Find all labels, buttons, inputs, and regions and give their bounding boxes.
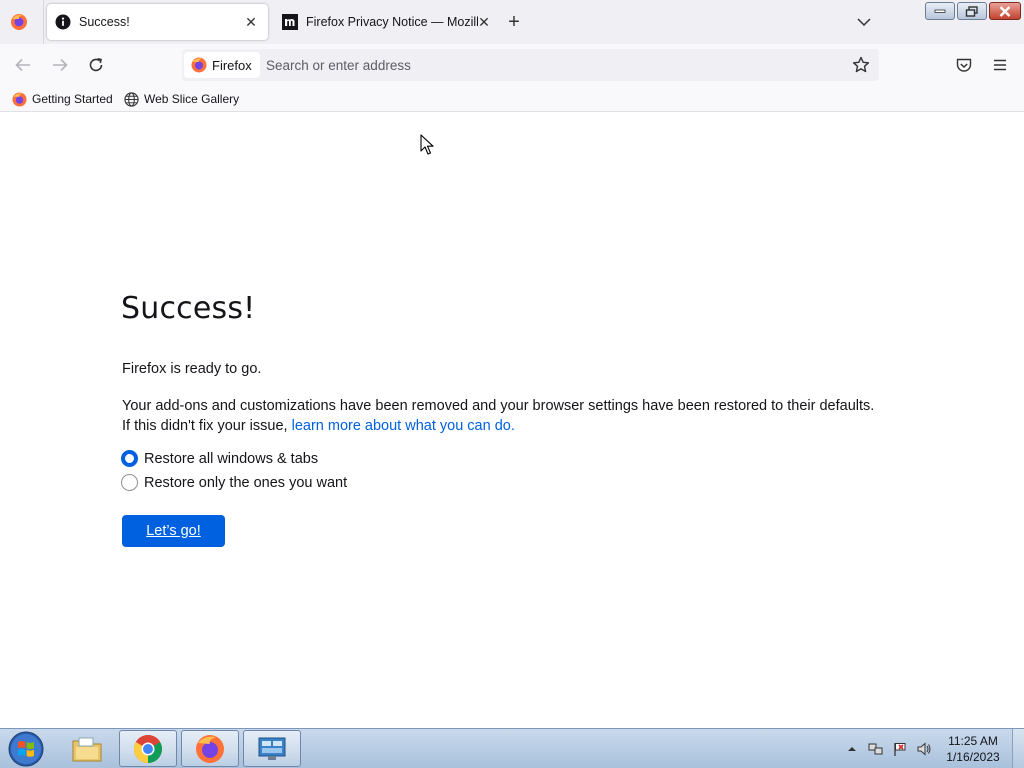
taskbar-control-panel-icon[interactable]	[243, 730, 301, 767]
hamburger-menu-icon[interactable]	[988, 53, 1012, 77]
tab-strip: Success! ✕ Firefox Privacy Notice — Mozi…	[0, 0, 1024, 44]
action-center-flag-icon[interactable]	[891, 740, 909, 758]
pocket-icon[interactable]	[952, 53, 976, 77]
tab-success[interactable]: Success! ✕	[47, 4, 268, 40]
option-label: Restore all windows & tabs	[144, 450, 319, 467]
show-desktop-button[interactable]	[1012, 729, 1024, 768]
back-arrow-icon[interactable]	[11, 53, 35, 77]
tab-title: Firefox Privacy Notice — Mozilla	[306, 15, 478, 29]
bookmark-web-slice-gallery[interactable]: Web Slice Gallery	[123, 90, 239, 108]
tab-privacy-notice[interactable]: Firefox Privacy Notice — Mozilla ✕	[274, 4, 490, 40]
page-title: Success!	[121, 291, 256, 326]
volume-speaker-icon[interactable]	[915, 740, 933, 758]
list-all-tabs-chevron-down-icon[interactable]	[853, 11, 875, 33]
globe-icon	[123, 91, 139, 107]
close-tab-icon[interactable]: ✕	[242, 13, 260, 31]
firefox-icon	[11, 91, 27, 107]
info-text-line-1: Your add-ons and customizations have bee…	[122, 398, 875, 414]
option-label: Restore only the ones you want	[144, 474, 348, 491]
radio-button-unselected[interactable]	[121, 474, 138, 491]
identity-box[interactable]: Firefox	[184, 52, 260, 78]
show-hidden-icons-arrow-icon[interactable]	[843, 740, 861, 758]
system-tray	[840, 729, 936, 768]
restore-button[interactable]	[957, 2, 987, 20]
clock-date: 1/16/2023	[946, 750, 1000, 764]
bookmark-star-icon[interactable]	[850, 54, 872, 76]
address-bar: Firefox	[182, 49, 879, 81]
mozilla-m-icon	[282, 14, 298, 30]
firefox-view-icon[interactable]	[8, 11, 30, 33]
taskbar: 11:25 AM 1/16/2023	[0, 728, 1024, 768]
page-content: Success! Firefox is ready to go. Your ad…	[0, 113, 1024, 728]
restore-some-option[interactable]: Restore only the ones you want	[121, 474, 347, 491]
bookmark-getting-started[interactable]: Getting Started	[11, 90, 113, 108]
restore-all-option[interactable]: Restore all windows & tabs	[121, 450, 318, 467]
bookmark-label: Web Slice Gallery	[144, 92, 240, 106]
info-icon	[55, 14, 71, 30]
close-window-button[interactable]	[989, 2, 1021, 20]
network-icon[interactable]	[867, 740, 885, 758]
bookmarks-toolbar: Getting Started Web Slice Gallery	[0, 86, 1024, 112]
start-button-windows-icon[interactable]	[6, 731, 46, 767]
clock-time: 11:25 AM	[948, 734, 998, 748]
close-tab-icon[interactable]: ✕	[478, 13, 490, 31]
tab-title: Success!	[79, 15, 130, 29]
new-tab-button[interactable]: +	[503, 11, 525, 33]
taskbar-clock[interactable]: 11:25 AM 1/16/2023	[940, 733, 1006, 765]
info-paragraph: Your add-ons and customizations have bee…	[122, 396, 922, 436]
minimize-button[interactable]	[925, 2, 955, 20]
window-controls	[925, 2, 1021, 20]
info-text-prefix: If this didn't fix your issue,	[122, 418, 288, 434]
lets-go-button[interactable]: Let’s go!	[122, 515, 225, 547]
tab-separator	[43, 0, 44, 44]
url-input[interactable]	[266, 55, 826, 75]
navigation-toolbar: Firefox	[0, 44, 1024, 86]
forward-arrow-icon[interactable]	[48, 53, 72, 77]
info-text-line-2: If this didn't fix your issue, learn mor…	[122, 416, 922, 436]
firefox-icon	[191, 57, 207, 73]
reload-icon[interactable]	[84, 53, 108, 77]
taskbar-chrome-icon[interactable]	[119, 730, 177, 767]
identity-label: Firefox	[212, 57, 252, 73]
bookmark-label: Getting Started	[32, 92, 113, 106]
taskbar-firefox-icon[interactable]	[181, 730, 239, 767]
ready-text: Firefox is ready to go.	[122, 361, 262, 377]
learn-more-link[interactable]: learn more about what you can do.	[292, 418, 515, 434]
taskbar-explorer-folder-icon[interactable]	[58, 730, 116, 767]
mouse-cursor-icon	[420, 134, 436, 156]
radio-button-selected[interactable]	[121, 450, 138, 467]
